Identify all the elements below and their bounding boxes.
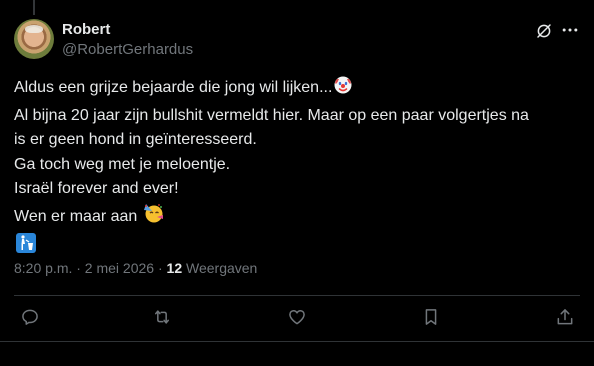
more-options-icon[interactable]: [560, 20, 580, 40]
reply-button[interactable]: [20, 307, 42, 329]
views-count: 12: [166, 260, 183, 276]
thread-connector-line: [33, 0, 35, 15]
like-button[interactable]: [287, 307, 309, 329]
grok-icon[interactable]: [535, 22, 553, 40]
post-line: Israël forever and ever!: [14, 180, 179, 197]
share-icon: [557, 309, 573, 325]
post-line: Aldus een grijze bejaarde die jong wil l…: [14, 75, 584, 104]
post-metadata: 8:20 p.m. · 2 mei 2026 · 12 Weergaven: [14, 260, 257, 276]
post-text: Aldus een grijze bejaarde die jong wil l…: [14, 75, 584, 263]
post-line: is er geen hond in geïnteresseerd.: [14, 131, 257, 148]
author-handle[interactable]: @RobertGerhardus: [62, 41, 193, 58]
post-line: Wen er maar aan: [14, 202, 584, 233]
heart-icon: [289, 310, 305, 325]
repost-icon: [155, 310, 169, 324]
bottom-divider: [0, 341, 594, 342]
bookmark-button[interactable]: [421, 307, 443, 329]
post-line: Ga toch weg met je meloentje.: [14, 155, 231, 173]
author-name[interactable]: Robert: [62, 21, 110, 38]
repost-button[interactable]: [152, 307, 174, 329]
share-button[interactable]: [555, 307, 577, 329]
partying-face-icon: [143, 202, 165, 233]
divider: [14, 295, 580, 296]
avatar[interactable]: [14, 19, 54, 59]
bookmark-icon: [425, 309, 437, 325]
reply-icon: [22, 309, 38, 325]
post-line: Al bijna 20 jaar zijn bullshit vermeldt …: [14, 106, 529, 124]
post-line: [14, 232, 584, 263]
timestamp[interactable]: 8:20 p.m. · 2 mei 2026 ·: [14, 260, 163, 276]
views-label: Weergaven: [186, 260, 258, 276]
clown-face-icon: [333, 75, 353, 104]
litter-in-bin-icon: [15, 232, 37, 263]
